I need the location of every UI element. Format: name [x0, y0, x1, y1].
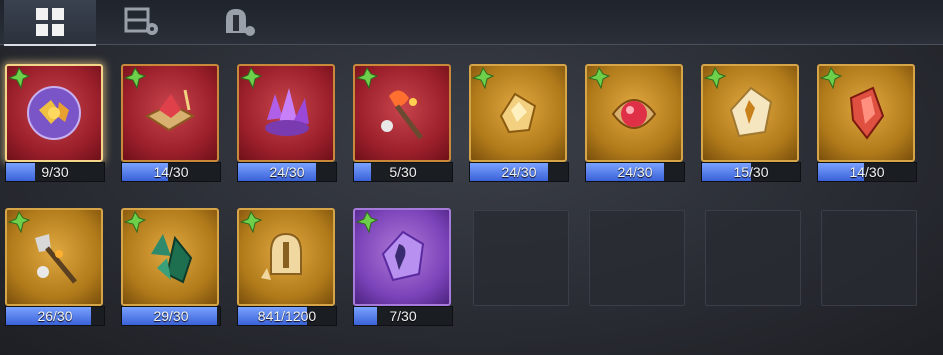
item-count: 24/30 — [269, 164, 305, 180]
progress-bar: 9/30 — [5, 162, 105, 182]
item-count: 15/30 — [733, 164, 769, 180]
item-count: 7/30 — [389, 308, 417, 324]
tab-all[interactable] — [4, 0, 96, 46]
leaf-badge-icon — [123, 210, 147, 234]
item-slot[interactable]: 7/30 — [353, 208, 453, 326]
item-slot[interactable]: 24/30 — [237, 64, 337, 182]
progress-bar: 15/30 — [701, 162, 801, 182]
item-slot[interactable]: 29/30 — [121, 208, 221, 326]
leaf-badge-icon — [355, 210, 379, 234]
item-count: 14/30 — [153, 164, 189, 180]
empty-slot — [821, 210, 917, 306]
progress-bar: 14/30 — [121, 162, 221, 182]
leaf-badge-icon — [123, 66, 147, 90]
progress-bar: 29/30 — [121, 306, 221, 326]
empty-slot — [473, 210, 569, 306]
empty-slot — [589, 210, 685, 306]
empty-slot — [705, 210, 801, 306]
item-count: 24/30 — [617, 164, 653, 180]
item-count: 841/1200 — [257, 308, 317, 324]
progress-bar: 24/30 — [237, 162, 337, 182]
leaf-badge-icon — [587, 66, 611, 90]
item-slot[interactable]: 15/30 — [701, 64, 801, 182]
item-count: 24/30 — [501, 164, 537, 180]
progress-bar: 26/30 — [5, 306, 105, 326]
progress-bar: 841/1200 — [237, 306, 337, 326]
item-slot[interactable]: 24/30 — [469, 64, 569, 182]
progress-bar: 24/30 — [469, 162, 569, 182]
leaf-badge-icon — [7, 66, 31, 90]
item-slot[interactable]: 841/1200 — [237, 208, 337, 326]
item-slot[interactable]: 9/30 — [5, 64, 105, 182]
helmet-puzzle-icon — [226, 9, 255, 36]
item-count: 14/30 — [849, 164, 885, 180]
progress-bar: 5/30 — [353, 162, 453, 182]
puzzle-gear-icon — [124, 7, 158, 35]
leaf-badge-icon — [239, 210, 263, 234]
item-slot[interactable]: 14/30 — [817, 64, 917, 182]
item-slot[interactable]: 26/30 — [5, 208, 105, 326]
item-slot[interactable]: 5/30 — [353, 64, 453, 182]
tab-materials[interactable] — [96, 0, 188, 44]
progress-bar: 14/30 — [817, 162, 917, 182]
leaf-badge-icon — [471, 66, 495, 90]
tab-bar — [0, 0, 943, 46]
item-count: 26/30 — [37, 308, 73, 324]
leaf-badge-icon — [703, 66, 727, 90]
item-count: 9/30 — [41, 164, 69, 180]
leaf-badge-icon — [239, 66, 263, 90]
leaf-badge-icon — [7, 210, 31, 234]
item-count: 29/30 — [153, 308, 189, 324]
progress-bar: 24/30 — [585, 162, 685, 182]
grid-icon — [36, 8, 64, 36]
progress-bar: 7/30 — [353, 306, 453, 326]
item-slot[interactable]: 14/30 — [121, 64, 221, 182]
tab-equipment[interactable] — [192, 0, 284, 44]
leaf-badge-icon — [355, 66, 379, 90]
item-count: 5/30 — [389, 164, 417, 180]
leaf-badge-icon — [819, 66, 843, 90]
item-slot[interactable]: 24/30 — [585, 64, 685, 182]
